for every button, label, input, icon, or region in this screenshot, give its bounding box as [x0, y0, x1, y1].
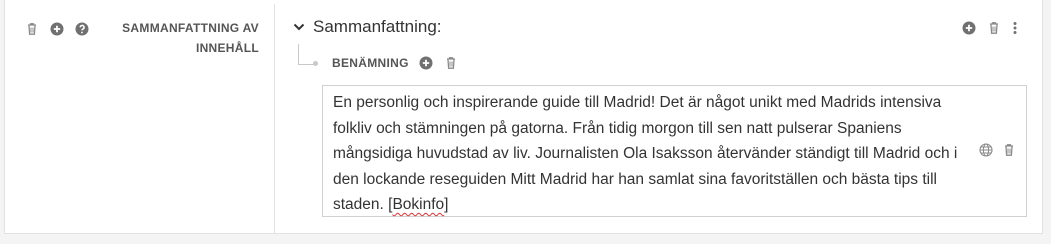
- trash-icon[interactable]: [1001, 142, 1017, 158]
- trash-icon[interactable]: [443, 55, 459, 71]
- field-actions: [24, 21, 90, 37]
- summary-text-end: ]: [444, 196, 449, 213]
- field-label: SAMMANFATTNING AV INNEHÅLL: [122, 21, 259, 55]
- section-actions: [961, 20, 1019, 36]
- kebab-menu-icon[interactable]: [1011, 20, 1019, 36]
- trash-icon[interactable]: [986, 20, 1002, 36]
- column-divider: [274, 4, 275, 234]
- globe-icon[interactable]: [978, 142, 994, 158]
- plus-circle-icon[interactable]: [49, 21, 65, 37]
- subfield-header: BENÄMNING: [332, 55, 459, 71]
- plus-circle-icon[interactable]: [961, 20, 977, 36]
- plus-circle-icon[interactable]: [418, 55, 434, 71]
- summary-textarea[interactable]: En personlig och inspirerande guide till…: [322, 85, 1027, 217]
- summary-text[interactable]: En personlig och inspirerande guide till…: [333, 90, 973, 218]
- trash-icon[interactable]: [24, 21, 40, 37]
- help-circle-icon[interactable]: [74, 21, 90, 37]
- misspelled-word: Bokinfo: [392, 196, 445, 213]
- tree-connector-dot: [313, 61, 318, 66]
- subfield-label: BENÄMNING: [332, 56, 409, 70]
- textbox-actions: [978, 142, 1017, 158]
- chevron-down-icon[interactable]: [291, 19, 307, 35]
- section-title: Sammanfattning:: [313, 17, 442, 36]
- section-header[interactable]: Sammanfattning:: [291, 17, 442, 37]
